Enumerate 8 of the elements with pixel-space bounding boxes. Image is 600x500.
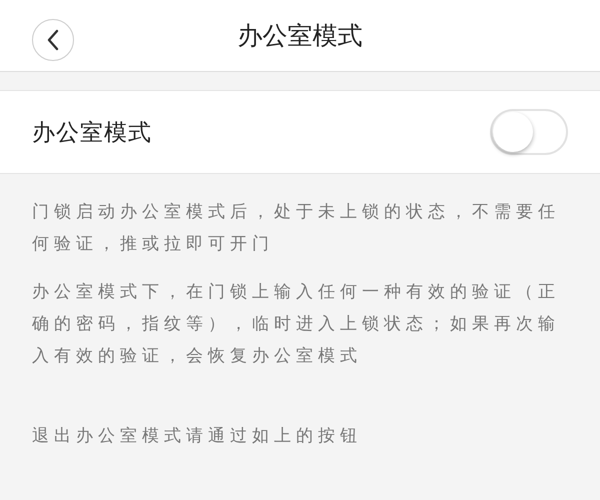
note-text: 门锁启动办公室模式后，处于未上锁的状态，不需要任何验证，推或拉即可开门 bbox=[32, 201, 561, 256]
toggle-switch[interactable] bbox=[490, 109, 568, 155]
note-text: 办公室模式下，在门锁上输入任何一种有效的验证（正确的密码，指纹等），临时进入上锁状态；如果再次输入有效的验证，会恢复办公室模式 bbox=[32, 281, 561, 368]
chevron-left-icon bbox=[46, 29, 60, 51]
setting-label: 办公室模式 bbox=[32, 118, 152, 148]
page-title: 办公室模式 bbox=[238, 20, 362, 52]
note-text: 退出办公室模式请通过如上的按钮 bbox=[32, 425, 363, 448]
back-button[interactable] bbox=[32, 19, 74, 61]
